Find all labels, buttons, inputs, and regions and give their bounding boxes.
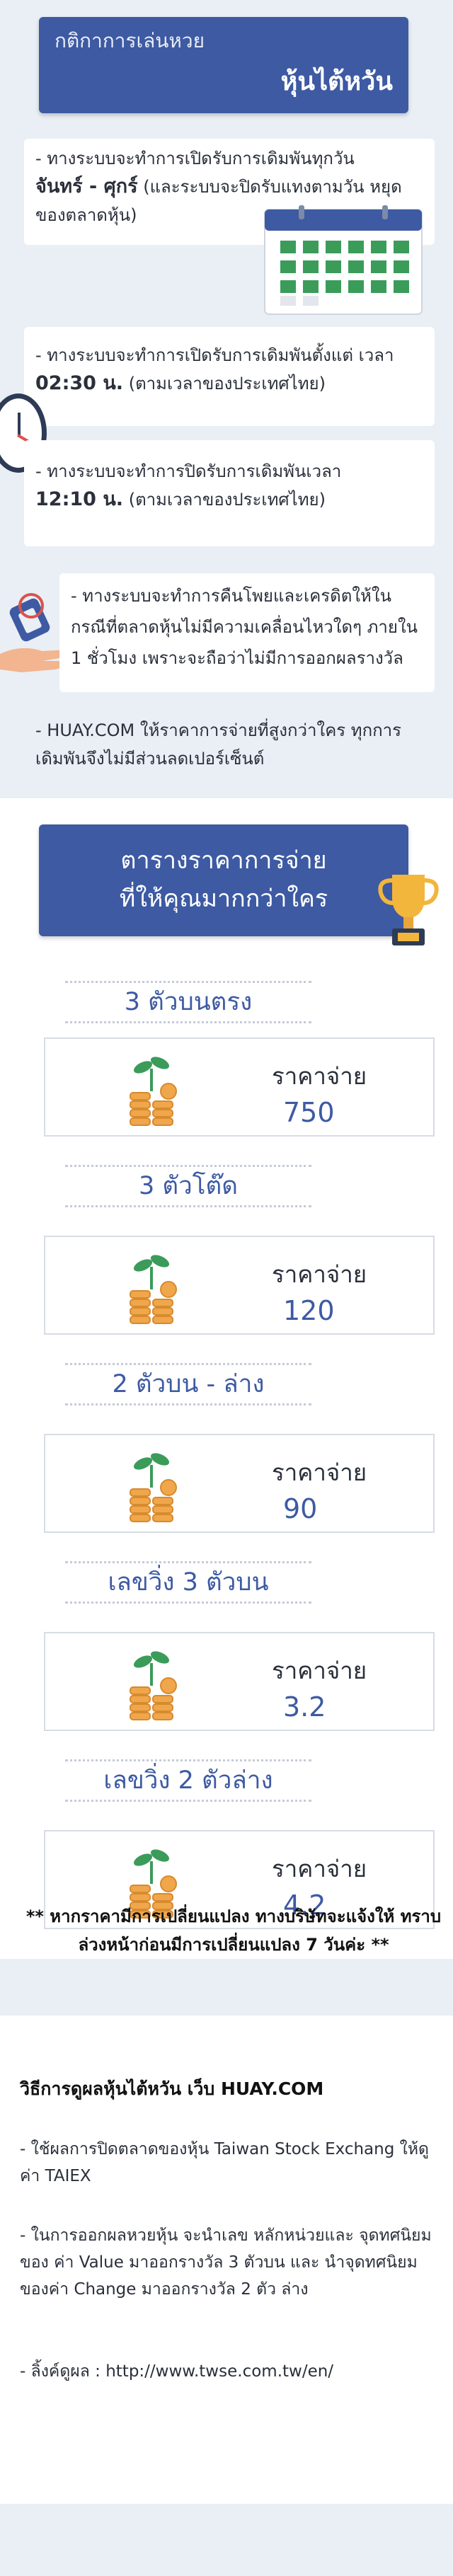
tier-title: เลขวิ่ง 3 ตัวบน bbox=[61, 1561, 316, 1604]
rule-close-note: (ตามเวลาของประเทศไทย) bbox=[128, 490, 326, 510]
rule-card-open-time: - ทางระบบจะทำการเปิดรับการเดิมพันตั้งแต่… bbox=[24, 327, 435, 426]
rule-card-no-discount: - HUAY.COM ให้ราคาการจ่ายที่สูงกว่าใคร ท… bbox=[24, 713, 435, 781]
tier-price-value: 90 bbox=[283, 1493, 318, 1524]
tier-price-label: ราคาจ่าย bbox=[272, 1260, 367, 1288]
money-plant-icon bbox=[130, 1255, 177, 1324]
rule-days-highlight: จันทร์ - ศุกร์ bbox=[35, 176, 138, 197]
money-plant-icon bbox=[130, 1453, 177, 1522]
rules-subtitle: กติกาการเล่นหวย bbox=[55, 29, 205, 52]
how-to-step-1: - ใช้ผลการปิดตลาดของหุ้น Taiwan Stock Ex… bbox=[20, 2140, 429, 2185]
rule-refund-text: - ทางระบบจะทำการคืนโพยและเครดิตให้ใน กรณ… bbox=[71, 586, 418, 668]
tier-price-value: 3.2 bbox=[283, 1691, 326, 1723]
tier-price-label: ราคาจ่าย bbox=[272, 1062, 367, 1090]
rule-open-text: - ทางระบบจะทำการเปิดรับการเดิมพันตั้งแต่… bbox=[35, 345, 394, 365]
price-banner: ตารางราคาการจ่าย ที่ให้คุณมากกว่าใคร bbox=[39, 824, 408, 936]
how-to-title: วิธีการดูผลหุ้นไต้หวัน เว็บ HUAY.COM bbox=[20, 2078, 324, 2099]
calendar-icon bbox=[264, 205, 423, 315]
money-plant-icon bbox=[130, 1651, 177, 1720]
tier-card: ราคาจ่าย 3.2 bbox=[44, 1632, 435, 1731]
tier-price-label: ราคาจ่าย bbox=[272, 1657, 367, 1684]
rules-header: กติกาการเล่นหวย หุ้นไต้หวัน bbox=[39, 17, 408, 113]
tier-title: 3 ตัวบนตรง bbox=[61, 981, 316, 1023]
rule-card-close-time: - ทางระบบจะทำการปิดรับการเดิมพันเวลา 12:… bbox=[24, 440, 435, 546]
tier-price-label: ราคาจ่าย bbox=[272, 1855, 367, 1882]
money-plant-icon bbox=[130, 1057, 177, 1126]
rules-title: หุ้นไต้หวัน bbox=[280, 67, 393, 96]
tier-price-value: 120 bbox=[283, 1295, 335, 1326]
rule-close-time: 12:10 น. bbox=[35, 488, 124, 510]
price-banner-line1: ตารางราคาการจ่าย bbox=[120, 846, 327, 875]
rule-days-text: - ทางระบบจะทำการเปิดรับการเดิมพันทุกวัน bbox=[35, 149, 355, 168]
tier-price-value: 750 bbox=[283, 1097, 335, 1128]
tier-title: เลขวิ่ง 2 ตัวล่าง bbox=[61, 1759, 316, 1802]
rule-card-refund: - ทางระบบจะทำการคืนโพยและเครดิตให้ใน กรณ… bbox=[59, 573, 435, 692]
price-change-note: ** หากราคามีการเปลี่ยนแปลง ทางบริษัทจะแจ… bbox=[25, 1907, 442, 1955]
rule-close-text: - ทางระบบจะทำการปิดรับการเดิมพันเวลา bbox=[35, 461, 342, 481]
trophy-icon bbox=[378, 875, 439, 945]
rule-no-discount-text: - HUAY.COM ให้ราคาการจ่ายที่สูงกว่าใคร ท… bbox=[35, 720, 402, 769]
tier-price-label: ราคาจ่าย bbox=[272, 1459, 367, 1486]
tier-title: 3 ตัวโต๊ด bbox=[61, 1165, 316, 1207]
how-to-result-link[interactable]: - ลิ้งค์ดูผล : http://www.twse.com.tw/en… bbox=[20, 2358, 437, 2385]
tier-card: ราคาจ่าย 90 bbox=[44, 1434, 435, 1533]
rule-open-time: 02:30 น. bbox=[35, 372, 124, 394]
tier-card: ราคาจ่าย 750 bbox=[44, 1037, 435, 1137]
tier-card: ราคาจ่าย 120 bbox=[44, 1236, 435, 1335]
price-banner-line2: ที่ให้คุณมากกว่าใคร bbox=[119, 885, 328, 913]
how-to-step-2: - ในการออกผลหวยหุ้น จะนำเลข หลักหน่วยและ… bbox=[20, 2226, 432, 2299]
tier-title: 2 ตัวบน - ล่าง bbox=[61, 1363, 316, 1405]
rule-open-note: (ตามเวลาของประเทศไทย) bbox=[128, 374, 326, 393]
